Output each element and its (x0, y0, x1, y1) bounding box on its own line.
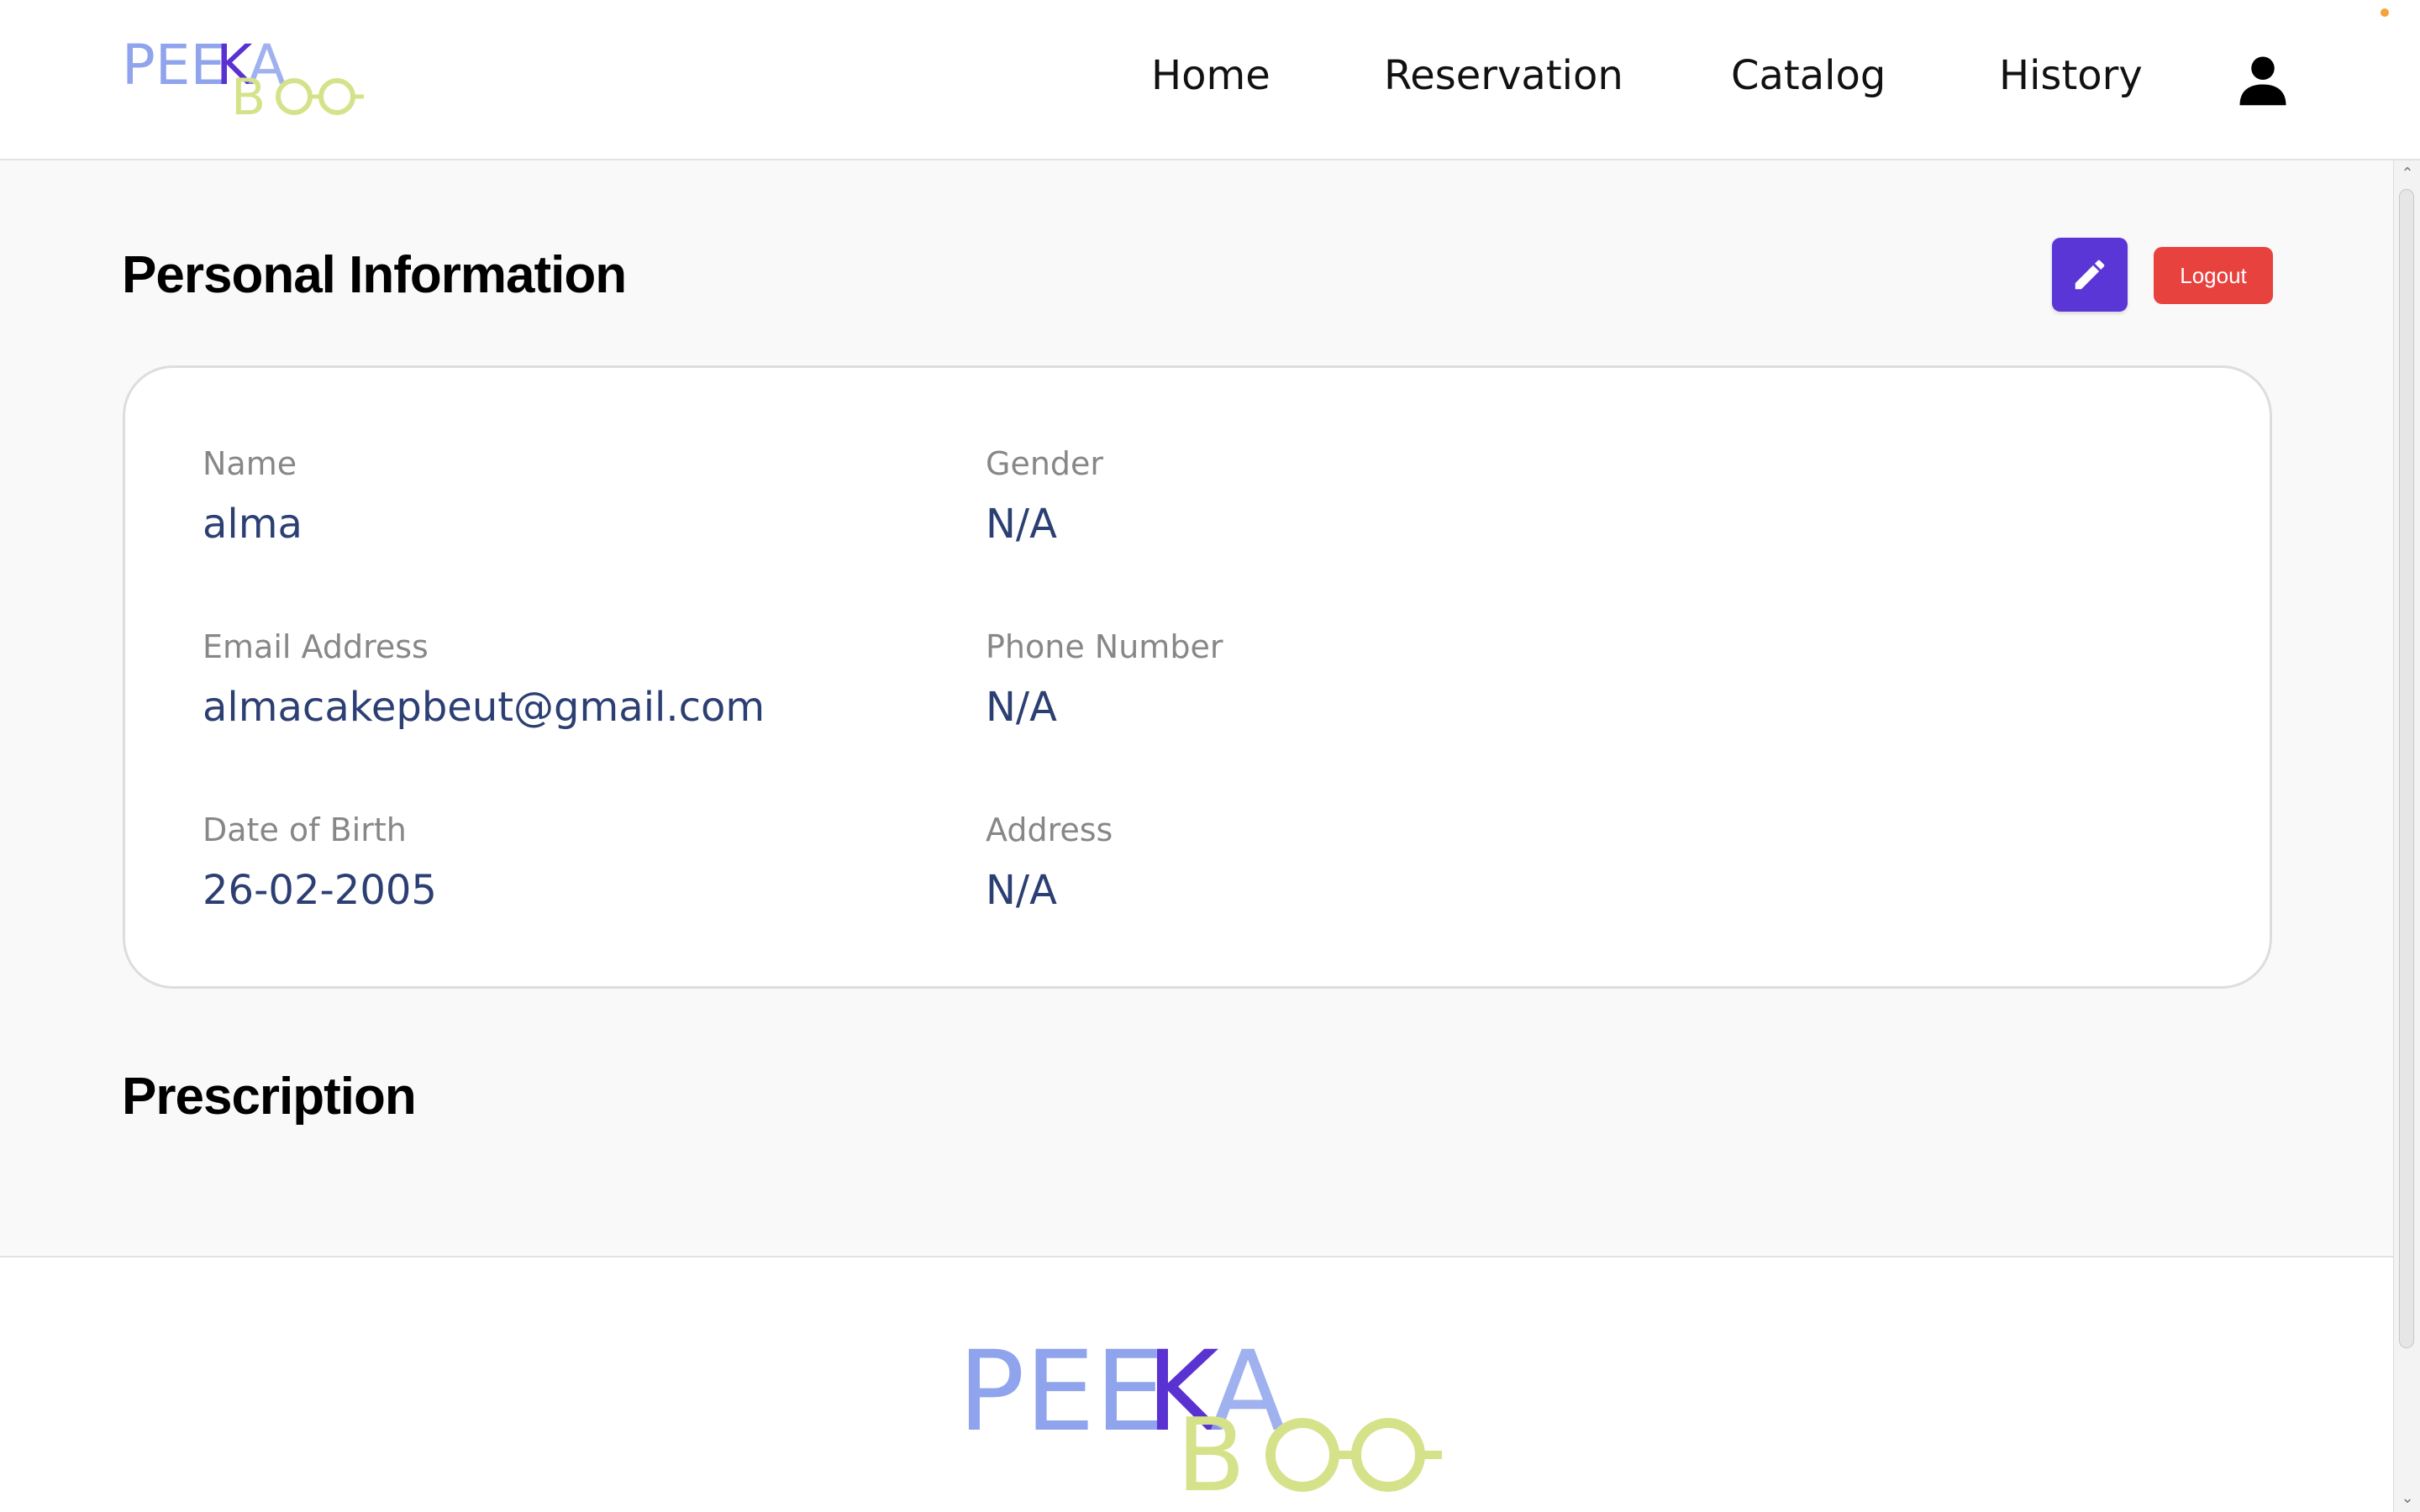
svg-text:B: B (1176, 1398, 1245, 1497)
nav-history[interactable]: History (1999, 52, 2143, 99)
email-label: Email Address (203, 628, 429, 665)
dob-value: 26-02-2005 (203, 867, 437, 914)
peekaboo-logo[interactable]: PEE K A B (122, 34, 366, 118)
phone-value: N/A (986, 684, 1057, 731)
vertical-scrollbar[interactable]: ⌃ ⌄ (2393, 160, 2420, 1512)
dob-label: Date of Birth (203, 811, 407, 848)
footer: PEE K A B (0, 1256, 2393, 1512)
top-navbar: PEE K A B Home Reservation Catalog Histo… (0, 0, 2420, 160)
email-value: almacakepbeut@gmail.com (203, 684, 765, 731)
gender-value: N/A (986, 501, 1057, 548)
svg-text:B: B (231, 68, 266, 118)
name-label: Name (203, 445, 297, 482)
address-label: Address (986, 811, 1113, 848)
user-icon[interactable] (2235, 52, 2291, 108)
personal-information-title: Personal Information (122, 246, 627, 304)
logout-button[interactable]: Logout (2154, 247, 2273, 304)
scroll-down-arrow-icon[interactable]: ⌄ (2399, 1490, 2416, 1507)
scroll-up-arrow-icon[interactable]: ⌃ (2399, 165, 2416, 182)
prescription-title: Prescription (122, 1068, 417, 1126)
nav-catalog[interactable]: Catalog (1731, 52, 1886, 99)
svg-text:PEE: PEE (958, 1329, 1165, 1457)
nav-reservation[interactable]: Reservation (1384, 52, 1623, 99)
address-value: N/A (986, 867, 1057, 914)
gender-label: Gender (986, 445, 1104, 482)
nav-home[interactable]: Home (1151, 52, 1270, 99)
personal-info-card: Name alma Gender N/A Email Address almac… (123, 365, 2272, 989)
peekaboo-logo-footer: PEE K A B (958, 1329, 1442, 1497)
scroll-thumb[interactable] (2399, 189, 2414, 1348)
phone-label: Phone Number (986, 628, 1223, 665)
edit-profile-button[interactable] (2052, 238, 2128, 312)
pencil-icon (2075, 260, 2105, 290)
status-dot (2381, 8, 2389, 17)
svg-text:PEE: PEE (122, 34, 225, 97)
name-value: alma (203, 501, 302, 548)
